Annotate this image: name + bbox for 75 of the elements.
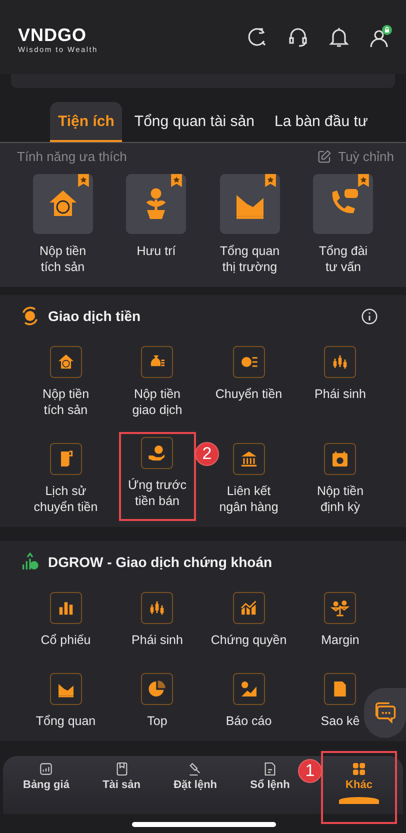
feature-shortcut[interactable]: Margin xyxy=(321,587,360,648)
feature-label: Tổng quan xyxy=(36,713,96,729)
feature-label: Lịch sử chuyển tiền xyxy=(34,483,98,515)
nav-tab[interactable]: Sổ lệnh xyxy=(250,756,290,814)
nav-tab[interactable]: Đặt lệnh xyxy=(174,756,218,814)
feature-shortcut[interactable]: Báo cáo xyxy=(226,668,272,729)
pie-chart-icon xyxy=(147,679,168,699)
bookmark-star-icon xyxy=(78,174,89,187)
hand-coin-icon xyxy=(147,443,168,463)
brand-logo: VNDGO xyxy=(18,24,87,44)
shortcut-label: Hưu trí xyxy=(136,243,176,259)
customize-link[interactable]: Tuỳ chỉnh xyxy=(317,149,394,164)
growth-coin-icon xyxy=(20,552,40,572)
feature-shortcut[interactable]: Liên kết ngân hàng xyxy=(219,438,278,515)
feature-label: Top xyxy=(147,713,168,729)
step-badge: 1 xyxy=(298,759,322,783)
shortcut-label: Tổng đài tư vấn xyxy=(318,243,368,275)
feature-shortcut[interactable]: Chuyển tiền xyxy=(215,341,282,418)
feature-shortcut[interactable]: Phái sinh xyxy=(132,587,183,648)
bookmark-star-icon xyxy=(358,174,370,187)
feature-shortcut[interactable]: Ứng trước tiền bán xyxy=(120,434,194,519)
feature-label: Nộp tiền định kỳ xyxy=(316,483,364,515)
feature-shortcut[interactable]: Nộp tiền giao dịch xyxy=(132,341,182,418)
feature-label: Nộp tiền giao dịch xyxy=(132,386,182,418)
scale-coins-icon xyxy=(330,598,350,618)
bell-icon xyxy=(327,25,351,49)
feature-label: Phái sinh xyxy=(132,632,183,648)
grid-icon xyxy=(351,761,367,777)
feature-label: Margin xyxy=(321,632,360,648)
favorite-shortcut[interactable]: Nộp tiền tích sản xyxy=(16,174,110,275)
feature-label: Liên kết ngân hàng xyxy=(219,483,278,515)
feature-shortcut[interactable]: Chứng quyền xyxy=(210,587,287,648)
feature-label: Phái sinh xyxy=(314,386,366,402)
feature-label: Chuyển tiền xyxy=(215,386,282,402)
favorite-shortcut[interactable]: Tổng quan thị trường xyxy=(203,174,296,275)
nav-tab[interactable]: Bảng giá xyxy=(23,756,70,814)
feature-shortcut[interactable]: Top xyxy=(141,668,174,729)
active-glow xyxy=(339,797,379,804)
coin-cycle-icon xyxy=(20,306,40,326)
edit-icon xyxy=(317,149,332,164)
feature-label: Báo cáo xyxy=(226,713,272,729)
info-icon xyxy=(360,306,379,326)
price-board-icon xyxy=(38,761,54,777)
feature-shortcut[interactable]: Phái sinh xyxy=(314,341,366,418)
feature-label: Cổ phiếu xyxy=(40,632,91,648)
feature-shortcut[interactable]: Nộp tiền định kỳ xyxy=(316,438,364,515)
step-badge: 2 xyxy=(195,442,219,466)
shortcut-label: Nộp tiền tích sản xyxy=(39,243,86,275)
calendar-coin-icon xyxy=(330,449,350,469)
bookmark-star-icon xyxy=(264,174,276,187)
bank-icon xyxy=(238,449,259,469)
tab[interactable]: Tiện ích xyxy=(50,102,122,142)
nav-tab[interactable]: Khác xyxy=(323,753,395,822)
feature-shortcut[interactable]: Tổng quan xyxy=(36,668,96,729)
feature-label: Nộp tiền tích sản xyxy=(42,386,90,418)
section-title: DGROW - Giao dịch chứng khoán xyxy=(48,554,274,570)
nav-tab[interactable]: Tài sản xyxy=(102,756,140,814)
section-heading: Tính năng ưa thích xyxy=(17,149,127,164)
shortcut-label: Tổng quan thị trường xyxy=(220,243,280,275)
feature-shortcut[interactable]: Nộp tiền tích sản xyxy=(42,341,90,418)
section-title: Giao dịch tiền xyxy=(48,308,142,324)
feature-label: Sao kê xyxy=(320,713,360,729)
tab[interactable]: La bàn đầu tư xyxy=(266,102,376,142)
favorite-shortcut[interactable]: Hưu trí xyxy=(110,174,203,275)
headset-icon xyxy=(286,25,310,49)
feature-label: Chứng quyền xyxy=(210,632,287,648)
feature-shortcut[interactable]: Cổ phiếu xyxy=(40,587,91,648)
bookmark-star-icon xyxy=(171,174,182,187)
feature-shortcut[interactable]: Sao kê xyxy=(320,668,360,729)
document-icon xyxy=(262,761,278,777)
feature-shortcut[interactable]: Lịch sử chuyển tiền xyxy=(34,438,98,515)
user-lock-icon xyxy=(368,25,392,49)
tab[interactable]: Tổng quan tài sản xyxy=(126,102,262,142)
favorite-shortcut[interactable]: Tổng đài tư vấn xyxy=(296,174,390,275)
feature-label: Ứng trước tiền bán xyxy=(128,477,186,509)
